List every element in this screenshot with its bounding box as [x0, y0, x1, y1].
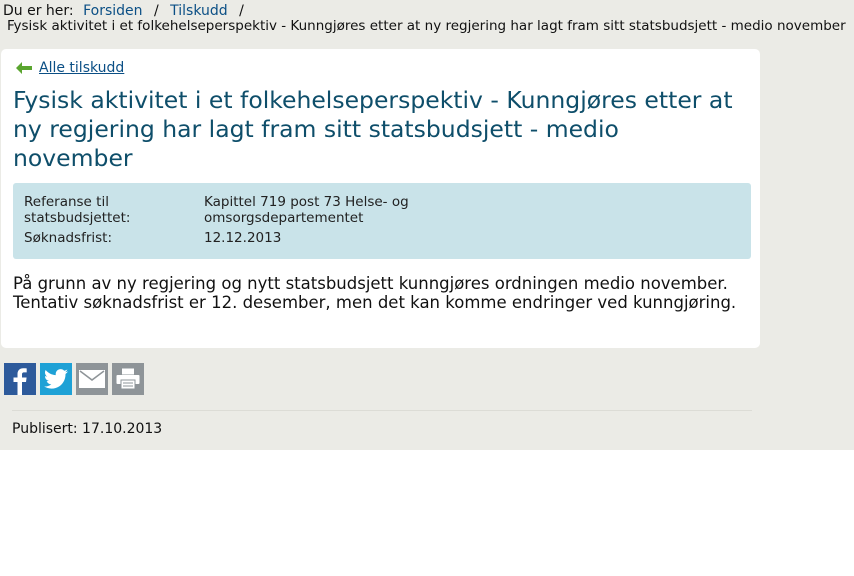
share-print-button[interactable] [112, 363, 144, 395]
twitter-icon [44, 369, 68, 389]
breadcrumb-separator: / [153, 3, 159, 19]
divider [12, 410, 752, 411]
breadcrumb-link-forsiden[interactable]: Forsiden [83, 3, 142, 19]
mail-icon [79, 370, 105, 388]
back-link[interactable]: Alle tilskudd [15, 59, 124, 77]
arrow-left-icon [16, 62, 32, 74]
all-grants-link[interactable]: Alle tilskudd [39, 60, 124, 76]
breadcrumb-current: Fysisk aktivitet i et folkehelseperspekt… [7, 18, 846, 34]
body-text: På grunn av ny regjering og nytt statsbu… [13, 274, 737, 312]
breadcrumb: Du er her: Forsiden / Tilskudd / [3, 3, 251, 19]
share-mail-button[interactable] [76, 363, 108, 395]
info-box: Referanse til statsbudsjettet: Kapittel … [13, 183, 751, 259]
deadline-label: Søknadsfrist: [24, 230, 113, 246]
page-title: Fysisk aktivitet i et folkehelseperspekt… [13, 86, 733, 172]
content-card: Alle tilskudd Fysisk aktivitet i et folk… [1, 49, 760, 348]
breadcrumb-link-tilskudd[interactable]: Tilskudd [170, 3, 228, 19]
deadline-value: 12.12.2013 [204, 230, 282, 246]
share-bar [4, 363, 144, 395]
share-twitter-button[interactable] [40, 363, 72, 395]
print-icon [116, 368, 140, 390]
breadcrumb-separator: / [239, 3, 244, 19]
published-date: Publisert: 17.10.2013 [12, 421, 163, 437]
facebook-icon [13, 368, 27, 395]
breadcrumb-prefix: Du er her: [3, 3, 74, 19]
reference-value: Kapittel 719 post 73 Helse- og omsorgsde… [204, 194, 409, 226]
share-facebook-button[interactable] [4, 363, 36, 395]
reference-label: Referanse til statsbudsjettet: [24, 194, 131, 226]
